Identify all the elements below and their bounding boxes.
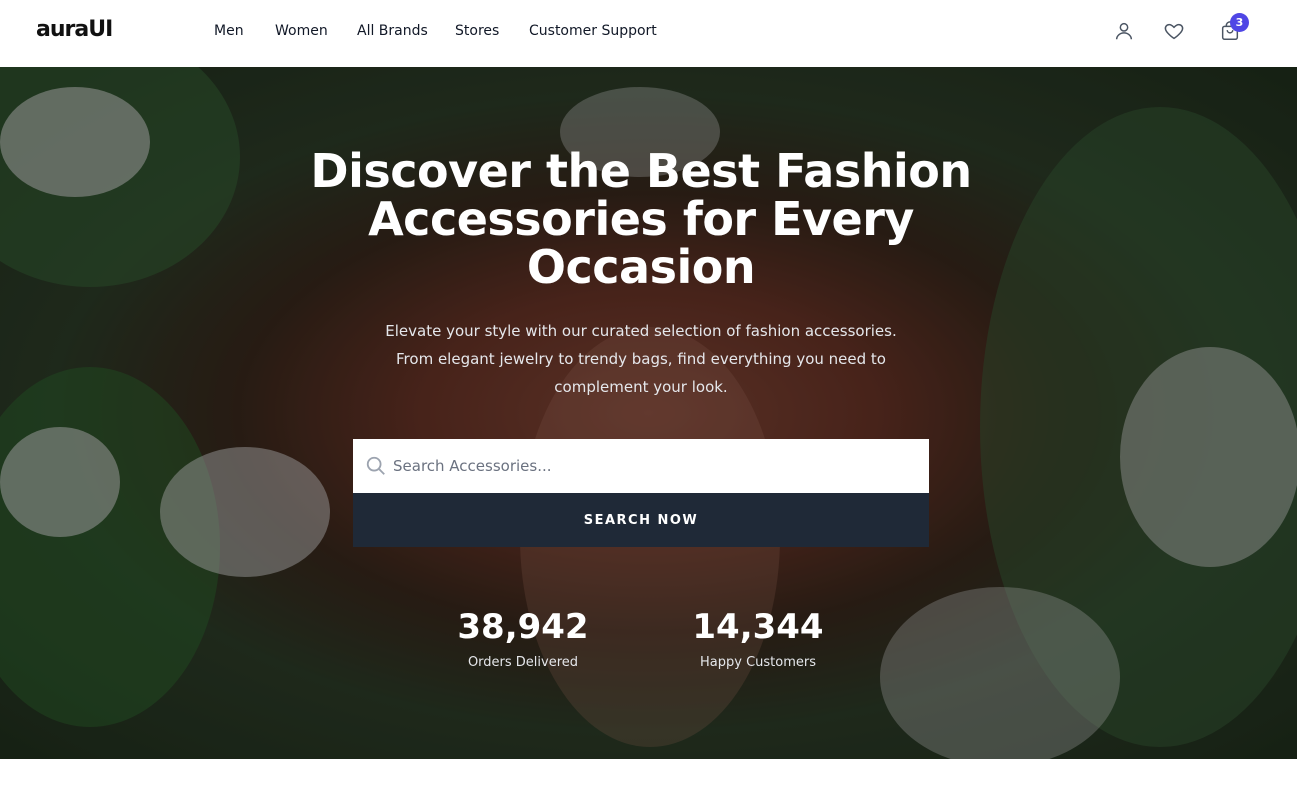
search-icon (365, 455, 387, 477)
stat-orders-delivered: 38,942 Orders Delivered (445, 607, 601, 670)
stat-label: Orders Delivered (467, 655, 579, 670)
stat-value: 38,942 (457, 607, 589, 647)
hero-section: Discover the Best Fashion Accessories fo… (0, 67, 1297, 759)
search-box (353, 439, 929, 493)
hero-title: Discover the Best Fashion Accessories fo… (310, 144, 972, 294)
stat-happy-customers: 14,344 Happy Customers (680, 607, 836, 670)
nav-men[interactable]: Men (214, 23, 244, 39)
nav-customer-support[interactable]: Customer Support (529, 23, 657, 39)
logo[interactable]: auraUI (36, 17, 113, 42)
hero-subtitle: Elevate your style with our curated sele… (385, 322, 897, 396)
heart-icon[interactable] (1163, 20, 1187, 44)
nav-women[interactable]: Women (275, 23, 328, 39)
nav-all-brands[interactable]: All Brands (357, 23, 428, 39)
nav-stores[interactable]: Stores (455, 23, 499, 39)
site-header: auraUI Men Women All Brands Stores Custo… (0, 0, 1297, 67)
user-icon[interactable] (1113, 20, 1137, 44)
search-input[interactable] (393, 439, 923, 493)
cart-count-badge: 3 (1230, 13, 1249, 32)
search-now-button[interactable]: SEARCH NOW (353, 493, 929, 547)
stat-value: 14,344 (692, 607, 824, 647)
stat-label: Happy Customers (700, 655, 816, 670)
